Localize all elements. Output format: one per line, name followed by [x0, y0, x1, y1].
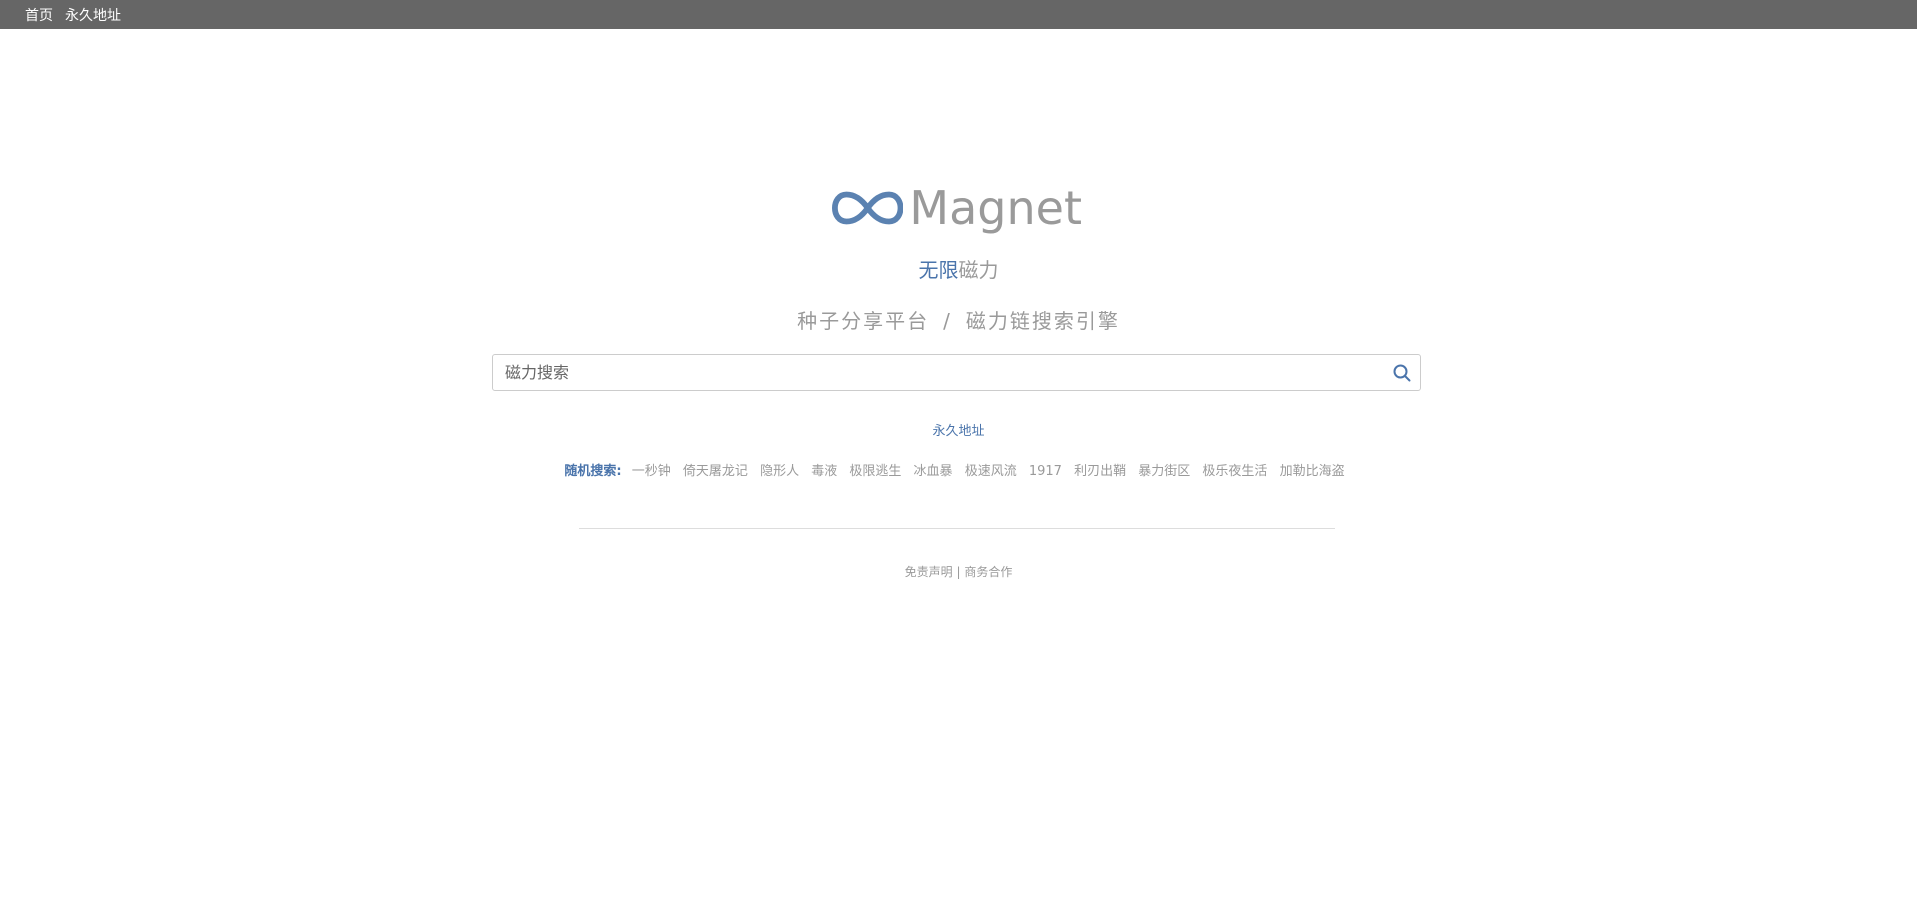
disclaimer-link[interactable]: 免责声明 — [905, 565, 953, 579]
footer-divider — [579, 528, 1335, 529]
tagline-separator: / — [943, 309, 952, 333]
random-search-item[interactable]: 加勒比海盗 — [1280, 464, 1345, 479]
nav-home-link[interactable]: 首页 — [25, 5, 53, 25]
site-slogan: 无限磁力 — [0, 254, 1917, 283]
permanent-address-link[interactable]: 永久地址 — [932, 424, 984, 439]
logo-text: Magnet — [909, 181, 1082, 235]
random-search-item[interactable]: 倚天屠龙记 — [683, 464, 748, 479]
random-search-item[interactable]: 冰血暴 — [914, 464, 953, 479]
random-search-item[interactable]: 利刃出鞘 — [1074, 464, 1126, 479]
random-search-bar: 随机搜索: 一秒钟 倚天屠龙记 隐形人 毒液 极限逃生 冰血暴 极速风流 191… — [0, 460, 1917, 479]
business-cooperation-link[interactable]: 商务合作 — [964, 565, 1012, 579]
nav-permanent-address-link[interactable]: 永久地址 — [65, 5, 121, 25]
random-search-item[interactable]: 1917 — [1029, 464, 1062, 479]
infinity-icon — [832, 191, 904, 225]
random-search-item[interactable]: 极速风流 — [965, 464, 1017, 479]
footer-separator: | — [956, 565, 961, 579]
random-search-item[interactable]: 极限逃生 — [849, 464, 901, 479]
search-button[interactable] — [1392, 363, 1412, 383]
random-search-item[interactable]: 毒液 — [811, 464, 837, 479]
random-search-label: 随机搜索: — [564, 464, 622, 479]
site-logo: Magnet — [832, 178, 1082, 238]
random-search-item[interactable]: 一秒钟 — [632, 464, 671, 479]
site-tagline: 种子分享平台 / 磁力链搜索引擎 — [0, 305, 1917, 334]
top-nav-bar: 首页 永久地址 — [0, 0, 1917, 29]
random-search-item[interactable]: 暴力街区 — [1138, 464, 1190, 479]
footer: 免责声明 | 商务合作 — [0, 563, 1917, 580]
permanent-address-section: 永久地址 — [0, 420, 1917, 439]
slogan-part-infinite: 无限 — [918, 258, 959, 282]
random-search-item[interactable]: 极乐夜生活 — [1202, 464, 1267, 479]
random-search-item[interactable]: 隐形人 — [760, 464, 799, 479]
search-box — [492, 354, 1421, 391]
slogan-part-magnet: 磁力 — [958, 258, 999, 282]
tagline-left: 种子分享平台 — [797, 309, 930, 333]
tagline-right: 磁力链搜索引擎 — [965, 309, 1120, 333]
search-icon — [1393, 364, 1411, 382]
search-input[interactable] — [493, 355, 1373, 390]
